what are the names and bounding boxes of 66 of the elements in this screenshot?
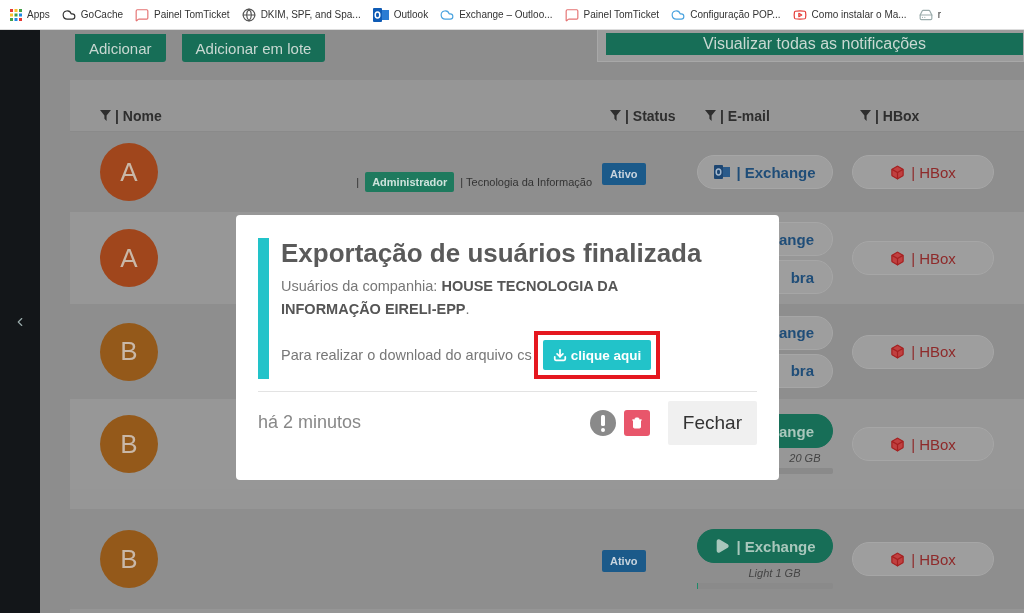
cube-icon bbox=[890, 250, 906, 266]
avatar: B bbox=[100, 322, 158, 381]
drive-icon bbox=[918, 7, 933, 22]
bookmark-link[interactable]: Painel TomTicket bbox=[135, 7, 230, 22]
role-badge: Administrador bbox=[365, 172, 455, 192]
chat-bubble-icon bbox=[135, 7, 150, 22]
hbox-button[interactable]: | HBox bbox=[852, 155, 994, 189]
bookmark-link[interactable]: Painel TomTicket bbox=[564, 7, 660, 22]
cloud-icon bbox=[61, 7, 76, 22]
status-badge: Ativo bbox=[602, 549, 646, 572]
mail-app-icon bbox=[714, 165, 731, 179]
bookmark-link[interactable]: Outlook bbox=[372, 7, 429, 22]
hbox-button[interactable]: | HBox bbox=[852, 241, 994, 275]
cube-icon bbox=[890, 436, 906, 452]
video-play-icon bbox=[792, 7, 807, 22]
globe-icon bbox=[241, 7, 256, 22]
cube-icon bbox=[890, 551, 906, 567]
add-button[interactable]: Adicionar em lote bbox=[181, 34, 326, 62]
dialog-title: Exportação de usuários finalizada bbox=[281, 238, 702, 269]
column-header[interactable]: | E-mail bbox=[720, 107, 770, 124]
alert-icon[interactable] bbox=[589, 409, 616, 436]
plan-text: 20 GB bbox=[788, 452, 822, 464]
bookmark-link[interactable]: Apps bbox=[10, 8, 50, 21]
hbox-button[interactable]: | HBox bbox=[852, 334, 994, 369]
hbox-button[interactable]: | HBox bbox=[852, 427, 994, 461]
apps-grid-icon bbox=[10, 8, 22, 21]
mail-app-icon bbox=[372, 7, 389, 22]
add-button[interactable]: Adicionar bbox=[75, 34, 166, 62]
cloud-icon bbox=[671, 7, 686, 22]
avatar: B bbox=[100, 415, 158, 473]
cube-icon bbox=[890, 344, 906, 359]
status-badge: Ativo bbox=[602, 162, 646, 185]
column-header[interactable]: | Nome bbox=[115, 107, 162, 124]
bookmark-link[interactable]: Configuração POP... bbox=[671, 7, 781, 22]
department-text: | Tecnologia da Informação bbox=[460, 176, 592, 188]
timestamp-text: há 2 minutos bbox=[258, 412, 362, 433]
bookmark-link[interactable]: r bbox=[918, 7, 941, 22]
cube-icon bbox=[890, 164, 906, 180]
notifications-button[interactable]: Visualizar todas as notificações bbox=[606, 33, 1023, 55]
hbox-button[interactable]: | HBox bbox=[852, 542, 994, 576]
chat-bubble-icon bbox=[564, 7, 579, 22]
avatar: B bbox=[100, 530, 158, 588]
filter-icon[interactable] bbox=[610, 110, 621, 121]
bookmark-link[interactable]: Como instalar o Ma... bbox=[792, 7, 907, 22]
avatar: A bbox=[100, 143, 158, 201]
exchange-button[interactable]: | Exchange bbox=[697, 529, 833, 563]
bookmark-link[interactable]: DKIM, SPF, and Spa... bbox=[241, 7, 361, 22]
column-header[interactable]: | HBox bbox=[875, 107, 920, 124]
cloud-icon bbox=[440, 7, 455, 22]
play-icon bbox=[714, 538, 731, 554]
close-button[interactable]: Fechar bbox=[667, 400, 757, 445]
filter-icon[interactable] bbox=[705, 110, 716, 121]
avatar: A bbox=[100, 229, 158, 287]
exchange-button[interactable]: | Exchange bbox=[697, 155, 833, 189]
separator-text: | bbox=[356, 176, 360, 188]
filter-icon[interactable] bbox=[860, 110, 871, 121]
bookmark-link[interactable]: Exchange – Outloo... bbox=[440, 7, 553, 22]
filter-icon[interactable] bbox=[100, 110, 111, 121]
company-text: Usuários da companhia: HOUSE TECNOLOGIA DA INFORMAÇÃO EIRELI-EPP. bbox=[281, 277, 619, 319]
plan-text: Light 1 GB bbox=[747, 567, 802, 579]
delete-button[interactable] bbox=[623, 409, 650, 436]
download-text: Para realizar o download do arquivo cs bbox=[281, 347, 532, 363]
column-header[interactable]: | Status bbox=[625, 107, 676, 124]
trash-icon bbox=[630, 416, 643, 429]
download-icon bbox=[552, 348, 567, 362]
bookmark-link[interactable]: GoCache bbox=[61, 7, 124, 22]
